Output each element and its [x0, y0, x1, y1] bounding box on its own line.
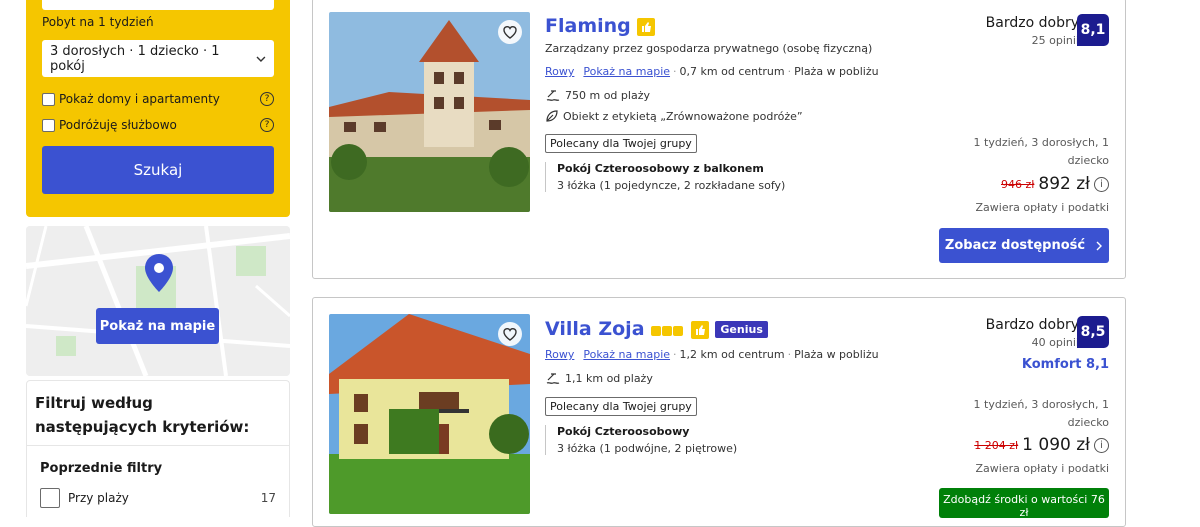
- taxes-note: Zawiera opłaty i podatki: [975, 201, 1109, 214]
- beach-distance: 750 m od plaży: [565, 88, 650, 102]
- show-on-map-link[interactable]: Pokaż na mapie: [583, 65, 670, 78]
- show-on-map-button[interactable]: Pokaż na mapie: [96, 308, 219, 344]
- map-preview[interactable]: Pokaż na mapie: [26, 226, 290, 376]
- separator: ·: [787, 65, 792, 78]
- filters-panel: Filtruj według następujących kryteriów: …: [26, 380, 290, 517]
- price-row: 1 204 zł 1 090 zł i: [974, 435, 1109, 455]
- location-row: Rowy Pokaż na mapie · 0,7 km od centrum …: [545, 65, 879, 78]
- host-info: Zarządzany przez gospodarza prywatnego (…: [545, 42, 873, 55]
- thumbs-up-icon: [690, 320, 709, 339]
- guests-value: 3 dorosłych · 1 dziecko · 1 pokój: [50, 43, 220, 74]
- old-price: 1 204 zł: [974, 438, 1019, 452]
- location-link[interactable]: Rowy: [545, 65, 574, 78]
- property-name[interactable]: Flaming: [545, 15, 631, 37]
- heart-icon[interactable]: [498, 322, 522, 346]
- see-availability-button[interactable]: Zobacz dostępność: [939, 228, 1109, 263]
- taxes-note: Zawiera opłaty i podatki: [975, 462, 1109, 475]
- genius-badge: Genius: [715, 321, 768, 338]
- property-card: Flaming Zarządzany przez gospodarza pryw…: [312, 0, 1126, 279]
- room-beds: 3 łóżka (1 pojedyncze, 2 rozkładane sofy…: [557, 179, 786, 192]
- thumbs-up-icon: [637, 17, 656, 36]
- property-name-row: Flaming: [545, 15, 656, 37]
- info-icon[interactable]: i: [1094, 437, 1109, 453]
- room-name: Pokój Czteroosobowy: [557, 425, 690, 438]
- group-tag: Polecany dla Twojej grupy: [545, 134, 697, 153]
- business-checkbox[interactable]: [42, 118, 55, 132]
- sustainable-label: Obiekt z etykietą „Zrównoważone podróże”: [563, 109, 803, 123]
- review-count: 25 opinii: [1031, 34, 1079, 47]
- filter-label: Przy plaży: [68, 491, 129, 505]
- search-panel: Pobyt na 1 tydzień 3 dorosłych · 1 dziec…: [26, 0, 290, 217]
- group-tag: Polecany dla Twojej grupy: [545, 397, 697, 416]
- location-row: Rowy Pokaż na mapie · 1,2 km od centrum …: [545, 348, 879, 361]
- chevron-right-icon: [1096, 241, 1103, 250]
- review-score[interactable]: 8,1: [1077, 14, 1109, 46]
- room-beds: 3 łóżka (1 podwójne, 2 piętrowe): [557, 442, 738, 455]
- map-pin-icon: [145, 254, 173, 292]
- info-icon[interactable]: i: [1094, 176, 1109, 192]
- leaf-icon: [546, 110, 558, 122]
- room-name: Pokój Czteroosobowy z balkonem: [557, 162, 764, 175]
- beach-distance-row: 1,1 km od plaży: [545, 371, 653, 385]
- homes-checkbox[interactable]: [42, 92, 55, 106]
- separator: ·: [673, 65, 677, 78]
- show-on-map-link[interactable]: Pokaż na mapie: [583, 348, 670, 361]
- property-name[interactable]: Villa Zoja: [545, 318, 645, 340]
- beach-icon: [546, 373, 560, 384]
- business-checkbox-row[interactable]: Podróżuję służbowo ?: [42, 118, 274, 132]
- property-card: Villa Zoja Genius Rowy Pokaż na mapie · …: [312, 297, 1126, 527]
- property-name-row: Villa Zoja Genius: [545, 318, 768, 341]
- previous-filters-title: Poprzednie filtry: [40, 461, 163, 476]
- destination-field[interactable]: [42, 0, 274, 10]
- rating-word[interactable]: Bardzo dobry: [986, 15, 1079, 31]
- price-row: 946 zł 892 zł i: [1001, 174, 1109, 194]
- heart-icon[interactable]: [498, 20, 522, 44]
- separator: ·: [787, 348, 792, 361]
- current-price: 892 zł: [1038, 174, 1090, 194]
- distance-text: 1,2 km od centrum: [679, 348, 785, 361]
- filter-item[interactable]: Przy plaży 17: [40, 488, 276, 508]
- current-price: 1 090 zł: [1022, 435, 1090, 455]
- help-icon[interactable]: ?: [260, 118, 274, 132]
- homes-checkbox-label: Pokaż domy i apartamenty: [59, 92, 220, 106]
- business-checkbox-label: Podróżuję służbowo: [59, 118, 177, 132]
- beach-icon: [546, 90, 560, 101]
- old-price: 946 zł: [1000, 177, 1035, 191]
- map-background: [26, 226, 290, 376]
- review-score[interactable]: 8,5: [1077, 316, 1109, 348]
- help-icon[interactable]: ?: [260, 92, 274, 106]
- filter-count: 17: [260, 491, 276, 505]
- property-photo[interactable]: [329, 314, 530, 514]
- rating-word[interactable]: Bardzo dobry: [986, 317, 1079, 333]
- room-info: Pokój Czteroosobowy z balkonem 3 łóżka (…: [545, 162, 905, 192]
- separator: ·: [673, 348, 677, 361]
- stay-length-label: Pobyt na 1 tydzień: [42, 15, 154, 29]
- beach-distance-row: 750 m od plaży: [545, 88, 650, 102]
- review-count: 40 opinii: [1031, 336, 1079, 349]
- earn-credits-button[interactable]: Zdobądź środki o wartości 76 zł: [939, 488, 1109, 518]
- see-availability-label: Zobacz dostępność: [944, 238, 1086, 253]
- location-link[interactable]: Rowy: [545, 348, 574, 361]
- homes-checkbox-row[interactable]: Pokaż domy i apartamenty ?: [42, 92, 274, 106]
- chevron-down-icon: [256, 56, 266, 62]
- property-photo[interactable]: [329, 12, 530, 212]
- star-rating-icon: [651, 319, 684, 341]
- filters-title: Filtruj według następujących kryteriów:: [35, 394, 250, 436]
- sustainable-row: Obiekt z etykietą „Zrównoważone podróże”: [545, 109, 803, 123]
- guests-select[interactable]: 3 dorosłych · 1 dziecko · 1 pokój: [42, 40, 274, 77]
- search-button[interactable]: Szukaj: [42, 146, 274, 194]
- filter-checkbox[interactable]: [40, 488, 60, 508]
- stay-info: 1 tydzień, 3 dorosłych, 1 dziecko: [973, 136, 1109, 167]
- beach-distance: 1,1 km od plaży: [565, 371, 653, 385]
- stay-info: 1 tydzień, 3 dorosłych, 1 dziecko: [973, 398, 1109, 429]
- divider: [27, 445, 289, 446]
- distance-text: 0,7 km od centrum: [679, 65, 785, 78]
- beach-text: Plaża w pobliżu: [794, 348, 879, 361]
- room-info: Pokój Czteroosobowy 3 łóżka (1 podwójne,…: [545, 425, 905, 455]
- beach-text: Plaża w pobliżu: [794, 65, 879, 78]
- comfort-score: Komfort 8,1: [1021, 357, 1109, 372]
